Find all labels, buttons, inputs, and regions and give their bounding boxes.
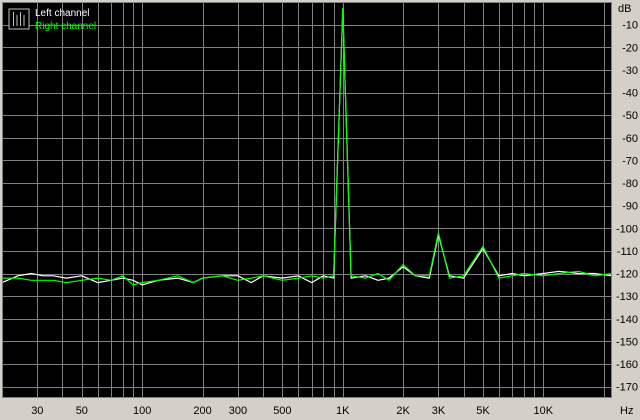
y-tick-label: -20	[622, 42, 638, 54]
y-tick-label: -70	[622, 155, 638, 167]
chart-svg: -10 -20 -30 -40 -50 -60 -70 -80 -90 -100 -110 -120 -…	[1, 2, 638, 417]
y-tick-label: -130	[616, 291, 638, 303]
plot-background	[2, 2, 612, 398]
y-tick-label: -150	[616, 336, 638, 348]
y-tick-label: -160	[616, 359, 638, 371]
x-tick-label: 10K	[534, 405, 554, 417]
legend-item-left: Left channel	[35, 8, 90, 19]
spectrum-chart: -10 -20 -30 -40 -50 -60 -70 -80 -90 -100 -110 -120 -…	[0, 0, 640, 420]
y-tick-label: -40	[622, 88, 638, 100]
x-tick-label: 100	[133, 405, 151, 417]
y-tick-label: -80	[622, 178, 638, 190]
y-tick-label: -30	[622, 65, 638, 77]
legend-box	[8, 8, 30, 30]
x-tick-label: 5K	[476, 405, 490, 417]
x-tick-label: 3K	[432, 405, 446, 417]
y-tick-label: -60	[622, 133, 638, 145]
x-tick-label: 50	[76, 405, 88, 417]
y-tick-label: -110	[617, 246, 638, 258]
y-tick-label: -50	[622, 110, 638, 122]
x-tick-label: 300	[229, 405, 247, 417]
legend-item-right: Right channel	[35, 21, 96, 32]
y-tick-label: -10	[622, 20, 638, 32]
x-tick-label: 500	[273, 405, 291, 417]
y-tick-label: -100	[616, 223, 638, 235]
x-tick-label: 2K	[396, 405, 410, 417]
y-unit-label: dB	[618, 3, 631, 15]
y-tick-label: -90	[622, 201, 638, 213]
x-unit-label: Hz	[620, 405, 633, 417]
x-tick-label: 1K	[336, 405, 350, 417]
y-tick-label: -120	[616, 269, 638, 281]
y-tick-label: -140	[616, 314, 638, 326]
x-tick-label: 200	[193, 405, 211, 417]
y-tick-label: -170	[616, 382, 638, 394]
x-tick-label: 30	[31, 405, 43, 417]
